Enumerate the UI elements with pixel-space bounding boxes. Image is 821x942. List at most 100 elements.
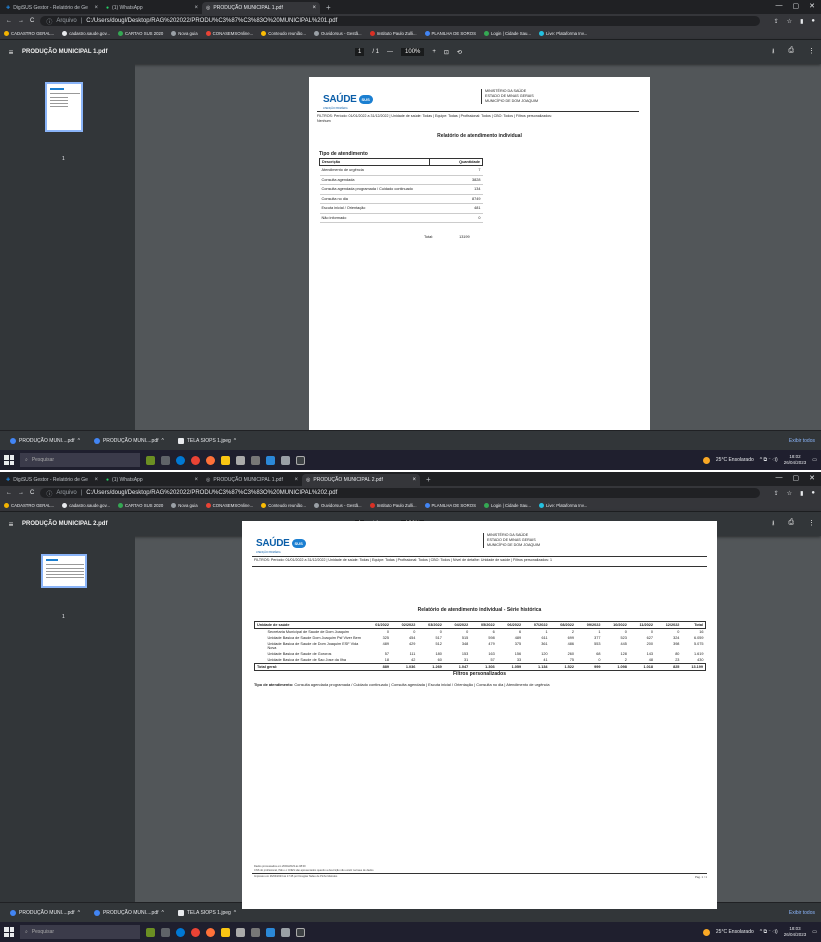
chevron-up-icon[interactable]: ^ [162, 438, 164, 444]
bookmark-item[interactable]: Instituto Paulo Zulli... [369, 503, 417, 509]
app-icon[interactable] [281, 455, 290, 465]
chevron-up-icon[interactable]: ^ [78, 438, 80, 444]
tab-pdf-2[interactable]: ◎ PRODUÇÃO MUNICIPAL 2.pdf × [302, 474, 420, 486]
menu-icon[interactable]: ≡ [0, 48, 22, 57]
chevron-up-icon[interactable]: ^ [162, 910, 164, 916]
share-icon[interactable]: ⇪ [774, 490, 779, 497]
bookmark-item[interactable]: CONASEMSOnline... [205, 31, 253, 37]
chevron-up-icon[interactable]: ^ [234, 910, 236, 916]
profile-icon[interactable]: ● [811, 18, 815, 25]
edge-icon[interactable] [176, 927, 185, 937]
bookmark-item[interactable]: Ouvidorsus - Gestã... [314, 503, 362, 509]
zoom-in-icon[interactable]: + [432, 49, 436, 55]
bookmark-item[interactable]: Login | Cidade Sau... [483, 31, 531, 37]
chrome-icon[interactable] [191, 455, 200, 465]
maximize-icon[interactable]: ▢ [793, 474, 800, 482]
app-icon[interactable] [296, 927, 305, 937]
download-item[interactable]: TELA SIOPS 1.jpeg ^ [174, 434, 240, 448]
sidepanel-icon[interactable]: ▮ [800, 490, 803, 497]
taskbar-search[interactable]: ⌕ Pesquisar [20, 453, 140, 467]
print-icon[interactable]: ⎙ [788, 519, 794, 530]
chrome-icon[interactable] [191, 927, 200, 937]
tab-pdf-1[interactable]: ◎ PRODUÇÃO MUNICIPAL 1.pdf × [202, 2, 320, 14]
taskview-icon[interactable] [161, 455, 170, 465]
tab-whatsapp[interactable]: ● (1) WhatsApp × [102, 2, 202, 14]
bookmark-item[interactable]: Instituto Paulo Zulli... [369, 31, 417, 37]
firefox-icon[interactable] [206, 927, 215, 937]
page-thumbnail[interactable] [45, 82, 83, 132]
app-icon[interactable] [296, 455, 305, 465]
bookmark-item[interactable]: Nova guia [171, 503, 198, 509]
forward-icon[interactable]: → [18, 490, 24, 496]
folder-icon[interactable] [221, 927, 230, 937]
settings-icon[interactable] [251, 927, 260, 937]
download-item[interactable]: TELA SIOPS 1.jpeg ^ [174, 906, 240, 920]
app-icon[interactable] [146, 455, 155, 465]
download-icon[interactable]: ⭳ [772, 519, 774, 530]
folder-icon[interactable] [221, 455, 230, 465]
close-window-icon[interactable]: ✕ [809, 2, 815, 10]
close-icon[interactable]: × [94, 5, 98, 11]
bookmark-item[interactable]: CADASTRO GERAL... [4, 503, 54, 509]
clock[interactable]: 18:02 26/04/2023 [784, 454, 807, 466]
download-icon[interactable]: ⭳ [772, 47, 774, 58]
close-icon[interactable]: × [412, 477, 416, 483]
bookmark-item[interactable]: Login | Cidade Sau... [483, 503, 531, 509]
reload-icon[interactable]: C [30, 490, 34, 496]
zoom-level[interactable]: 100% [401, 48, 425, 56]
bookmark-item[interactable]: PLANILHA DE SOROS [424, 503, 476, 509]
notification-icon[interactable]: ▭ [812, 457, 817, 463]
maximize-icon[interactable]: ▢ [793, 2, 800, 10]
bookmark-item[interactable]: cadastro.saude.gov... [62, 31, 110, 37]
windows-start-icon[interactable] [4, 927, 14, 937]
clock[interactable]: 18:03 26/04/2023 [784, 926, 807, 938]
taskview-icon[interactable] [161, 927, 170, 937]
settings-icon[interactable] [251, 455, 260, 465]
chevron-up-icon[interactable]: ^ [234, 438, 236, 444]
tab-pdf-1[interactable]: ◎ PRODUÇÃO MUNICIPAL 1.pdf × [202, 474, 302, 486]
profile-icon[interactable]: ● [811, 490, 815, 497]
download-item[interactable]: PRODUÇÃO MUNI....pdf ^ [90, 434, 168, 448]
page-thumbnail[interactable] [41, 554, 87, 588]
app-icon[interactable] [236, 455, 245, 465]
bookmark-item[interactable]: Ouvidorsus - Gestã... [314, 31, 362, 37]
bookmark-item[interactable]: Live: Plataforma Inv... [539, 31, 587, 37]
forward-icon[interactable]: → [18, 18, 24, 24]
star-icon[interactable]: ☆ [787, 490, 792, 497]
download-item[interactable]: PRODUÇÃO MUNI....pdf ^ [6, 434, 84, 448]
notification-icon[interactable]: ▭ [812, 929, 817, 935]
bookmark-item[interactable]: CARTAO SUS 2020 [118, 503, 163, 509]
bookmark-item[interactable]: CONASEMSOnline... [205, 503, 253, 509]
reload-icon[interactable]: C [30, 18, 34, 24]
bookmark-item[interactable]: Live: Plataforma Inv... [539, 503, 587, 509]
close-icon[interactable]: × [194, 5, 198, 11]
edge-icon[interactable] [176, 455, 185, 465]
bookmark-item[interactable]: CARTAO SUS 2020 [118, 31, 163, 37]
print-icon[interactable]: ⎙ [788, 47, 794, 58]
url-field[interactable]: ⓘ Arquivo | C:/Users/dougl/Desktop/RAG%2020… [40, 488, 761, 498]
close-icon[interactable]: × [312, 5, 316, 11]
back-icon[interactable]: ← [6, 18, 12, 24]
bookmark-item[interactable]: Conteudo reunião... [261, 31, 306, 37]
bookmark-item[interactable]: PLANILHA DE SOROS [424, 31, 476, 37]
minimize-icon[interactable]: — [776, 2, 783, 10]
zoom-out-icon[interactable]: — [387, 49, 393, 55]
more-icon[interactable]: ⋮ [808, 519, 815, 530]
download-item[interactable]: PRODUÇÃO MUNI....pdf ^ [6, 906, 84, 920]
bookmark-item[interactable]: CADASTRO GERAL... [4, 31, 54, 37]
new-tab-button[interactable]: + [420, 474, 437, 486]
close-window-icon[interactable]: ✕ [809, 474, 815, 482]
bookmark-item[interactable]: cadastro.saude.gov... [62, 503, 110, 509]
back-icon[interactable]: ← [6, 490, 12, 496]
tab-digisus[interactable]: ✚ DigiSUS Gestor - Relatório de Ge × [2, 474, 102, 486]
show-all-downloads-link[interactable]: Exibir todos [789, 438, 815, 444]
star-icon[interactable]: ☆ [787, 18, 792, 25]
new-tab-button[interactable]: + [320, 2, 337, 14]
close-icon[interactable]: × [194, 477, 198, 483]
show-all-downloads-link[interactable]: Exibir todos [789, 910, 815, 916]
app-icon[interactable] [146, 927, 155, 937]
share-icon[interactable]: ⇪ [774, 18, 779, 25]
tab-digisus[interactable]: ✚ DigiSUS Gestor - Relatório de Ge × [2, 2, 102, 14]
close-icon[interactable]: × [294, 477, 298, 483]
tray-icons[interactable]: ^ ⧉ ⌁ ◁) [760, 457, 778, 463]
